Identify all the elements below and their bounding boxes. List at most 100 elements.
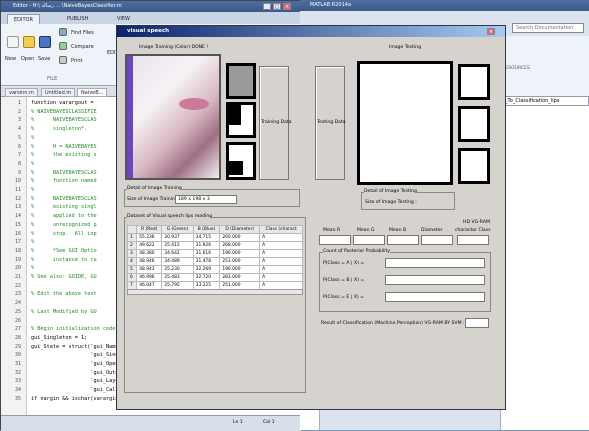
file-tab[interactable]: Untitled.m bbox=[41, 88, 76, 97]
open-folder-icon[interactable] bbox=[23, 36, 35, 48]
table-cell[interactable]: 260.000 bbox=[219, 233, 261, 242]
tab-publish[interactable]: PUBLISH bbox=[61, 14, 94, 24]
table-cell[interactable]: A bbox=[259, 241, 303, 250]
table-cell[interactable]: A bbox=[259, 249, 303, 258]
row-index-cell[interactable]: 1 bbox=[126, 233, 138, 242]
matlab-ribbon: RESOURCES bbox=[500, 36, 589, 96]
table-cell[interactable]: 253.000 bbox=[219, 257, 261, 266]
resources-group-label: RESOURCES bbox=[502, 66, 530, 71]
p-class-e-field[interactable] bbox=[385, 292, 485, 302]
table-cell[interactable]: 35.230 bbox=[161, 265, 194, 274]
table-cell[interactable]: 196.000 bbox=[219, 249, 261, 258]
table-row[interactable]: 5 48.943 35.230 32.269 196.000 A bbox=[126, 265, 303, 274]
table-cell[interactable]: 32.269 bbox=[192, 265, 221, 274]
code-line: % singleton*. bbox=[31, 126, 88, 133]
testing-data-button[interactable]: Testing Data bbox=[315, 66, 346, 180]
row-index-cell[interactable]: 2 bbox=[126, 241, 138, 250]
mean-g-field[interactable] bbox=[353, 235, 385, 245]
line-number: 32 bbox=[14, 369, 21, 376]
line-number: 25 bbox=[14, 308, 21, 315]
table-cell[interactable]: 46.996 bbox=[136, 273, 163, 282]
row-index-cell[interactable]: 4 bbox=[126, 257, 138, 266]
file-tab[interactable]: varsinn.m bbox=[5, 88, 38, 97]
save-button[interactable]: Save bbox=[38, 56, 50, 62]
file-tab[interactable]: NaiveB... bbox=[77, 88, 108, 97]
table-cell[interactable]: 283.000 bbox=[219, 273, 261, 282]
testing-data-label: Testing Data bbox=[317, 120, 346, 125]
save-icon[interactable] bbox=[39, 36, 51, 48]
editor-titlebar: Editor - H:\ رسالة ... \NaiveBayesClassi… bbox=[1, 1, 301, 12]
line-number: 31 bbox=[14, 361, 21, 367]
tab-view[interactable]: VIEW bbox=[111, 14, 136, 24]
table-row[interactable]: 3 48.380 34.642 31.616 196.000 A bbox=[126, 249, 303, 258]
table-cell[interactable]: 31.478 bbox=[192, 257, 221, 266]
training-data-button[interactable]: Training Data bbox=[259, 66, 292, 180]
open-button[interactable]: Open bbox=[21, 56, 34, 62]
mean-r-field[interactable] bbox=[319, 235, 351, 245]
column-indicator: Col 1 bbox=[263, 420, 275, 425]
dataset-table[interactable]: R (Red) G (Green) B (Blue) D (Diameter) Clas… bbox=[126, 225, 303, 290]
compare-icon bbox=[59, 42, 67, 50]
tab-editor[interactable]: EDITOR bbox=[7, 14, 40, 24]
table-row[interactable]: 2 49.622 35.415 31.926 268.000 A bbox=[126, 241, 303, 250]
row-index-cell[interactable]: 5 bbox=[126, 265, 138, 274]
diameter-field[interactable] bbox=[421, 235, 453, 245]
line-number: 22 bbox=[14, 282, 21, 289]
table-cell[interactable]: 30.937 bbox=[161, 233, 194, 242]
table-cell[interactable]: 268.000 bbox=[219, 241, 261, 250]
editor-title: Editor - H:\ رسالة ... \NaiveBayesClassi… bbox=[13, 3, 122, 9]
table-row[interactable]: 4 48.946 34.489 31.478 253.000 A bbox=[126, 257, 303, 266]
maximize-button[interactable]: □ bbox=[273, 3, 281, 10]
char-class-field[interactable] bbox=[457, 235, 489, 245]
row-index-cell[interactable]: 3 bbox=[126, 249, 138, 258]
p-class-b-label: P(Class = B | X) = bbox=[323, 278, 365, 283]
table-cell[interactable]: 196.000 bbox=[219, 265, 261, 274]
p-class-b-field[interactable] bbox=[385, 275, 485, 285]
new-button[interactable]: New bbox=[5, 56, 16, 62]
table-cell[interactable]: 34.715 bbox=[192, 233, 221, 242]
table-cell[interactable]: 35.415 bbox=[161, 241, 194, 250]
table-horizontal-scrollbar[interactable] bbox=[127, 289, 303, 295]
close-button[interactable]: × bbox=[283, 3, 291, 10]
table-cell[interactable]: 49.622 bbox=[136, 241, 163, 250]
mean-b-field[interactable] bbox=[387, 235, 419, 245]
compare-button[interactable]: Compare bbox=[71, 44, 94, 50]
search-documentation-input[interactable]: Search Documentation bbox=[512, 23, 584, 33]
code-line: % the existing s bbox=[31, 152, 97, 159]
table-cell[interactable]: 48.946 bbox=[136, 257, 163, 266]
code-line: % bbox=[31, 134, 35, 141]
table-cell[interactable]: 31.616 bbox=[192, 249, 221, 258]
table-cell[interactable]: A bbox=[259, 257, 303, 266]
table-row[interactable]: 1 55.236 30.937 34.715 260.000 A bbox=[126, 233, 303, 242]
result-field[interactable] bbox=[465, 318, 489, 328]
table-header-cell: G (Green) bbox=[161, 225, 194, 234]
table-cell[interactable]: 48.943 bbox=[136, 265, 163, 274]
dialog-close-button[interactable]: × bbox=[487, 28, 495, 35]
minimize-button[interactable]: _ bbox=[263, 3, 271, 10]
visual-speech-dialog: visual speech × Image Training (Color) D… bbox=[116, 25, 506, 410]
testing-image-label: Image Testing bbox=[389, 45, 421, 50]
find-files-button[interactable]: Find Files bbox=[71, 30, 94, 36]
table-cell[interactable]: 35.483 bbox=[161, 273, 194, 282]
table-cell[interactable]: A bbox=[259, 273, 303, 282]
table-cell[interactable]: 34.489 bbox=[161, 257, 194, 266]
table-cell[interactable]: 32.720 bbox=[192, 273, 221, 282]
new-file-icon[interactable] bbox=[7, 36, 19, 48]
table-cell[interactable]: 48.380 bbox=[136, 249, 163, 258]
table-cell[interactable]: 31.926 bbox=[192, 241, 221, 250]
table-row[interactable]: 6 46.996 35.483 32.720 283.000 A bbox=[126, 273, 303, 282]
workspace-panel[interactable] bbox=[500, 106, 589, 430]
line-number: 16 bbox=[14, 230, 21, 237]
row-index-cell[interactable]: 6 bbox=[126, 273, 138, 282]
code-line: % *See GUI Optio bbox=[31, 247, 97, 254]
table-header-row: R (Red) G (Green) B (Blue) D (Diameter) Clas… bbox=[126, 225, 303, 234]
table-cell[interactable]: 34.642 bbox=[161, 249, 194, 258]
p-class-a-field[interactable] bbox=[385, 258, 485, 268]
current-folder-path[interactable]: r_To_Classification_lips bbox=[500, 96, 589, 106]
table-cell[interactable]: A bbox=[259, 233, 303, 242]
line-number: 10 bbox=[14, 178, 21, 185]
table-cell[interactable]: 55.236 bbox=[136, 233, 163, 242]
table-cell[interactable]: A bbox=[259, 265, 303, 274]
print-button[interactable]: Print bbox=[71, 58, 83, 64]
code-line: % bbox=[31, 239, 35, 246]
